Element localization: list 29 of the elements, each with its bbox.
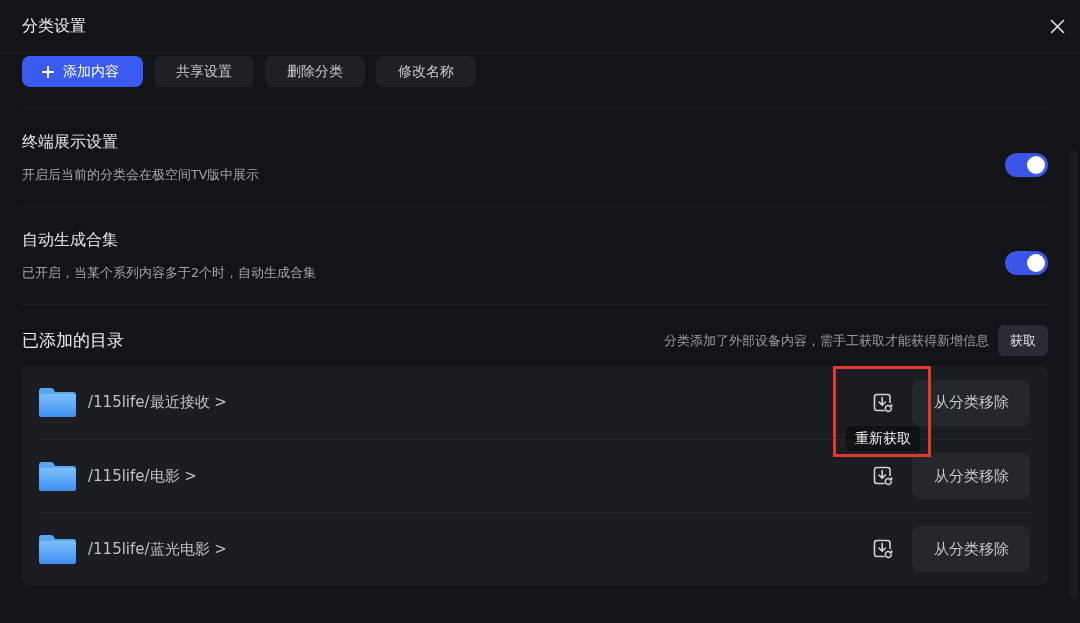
toggle-switch[interactable] [1005, 152, 1048, 177]
folder-icon [39, 388, 76, 417]
notice-text: 分类添加了外部设备内容，需手工获取才能获得新增信息 [664, 331, 989, 350]
setting-title: 终端展示设置 [22, 131, 119, 153]
section-title: 已添加的目录 [22, 329, 124, 352]
folder-icon [39, 534, 76, 564]
dialog-title: 分类设置 [22, 16, 86, 37]
plus-icon [42, 65, 54, 78]
download-refresh-icon[interactable] [873, 466, 893, 486]
setting-description: 已开启，当某个系列内容多于2个时，自动生成合集 [22, 264, 316, 282]
toolbar-button[interactable]: 共享设置 [154, 56, 254, 87]
close-icon[interactable] [1050, 19, 1065, 34]
folder-icon [39, 461, 76, 491]
folder-path-link[interactable]: /115life/最近接收 > [88, 393, 227, 412]
tooltip: 重新获取 [846, 425, 920, 451]
download-refresh-icon[interactable] [873, 392, 893, 413]
remove-button[interactable]: 从分类移除 [912, 379, 1030, 426]
setting-description: 开启后当前的分类会在极空间TV版中展示 [22, 166, 260, 184]
toolbar-button[interactable]: 修改名称 [376, 56, 476, 87]
setting-title: 自动生成合集 [22, 229, 119, 251]
toolbar-button[interactable]: 删除分类 [265, 56, 365, 87]
download-refresh-icon[interactable] [873, 539, 893, 559]
remove-button[interactable]: 从分类移除 [912, 453, 1030, 499]
toggle-switch[interactable] [1005, 250, 1048, 275]
folder-path-link[interactable]: /115life/蓝光电影 > [88, 539, 227, 559]
toolbar-button[interactable]: 添加内容 [22, 56, 143, 87]
folder-path-link[interactable]: /115life/电影 > [88, 466, 197, 486]
remove-button[interactable]: 从分类移除 [912, 526, 1030, 572]
fetch-button[interactable]: 获取 [998, 325, 1048, 356]
